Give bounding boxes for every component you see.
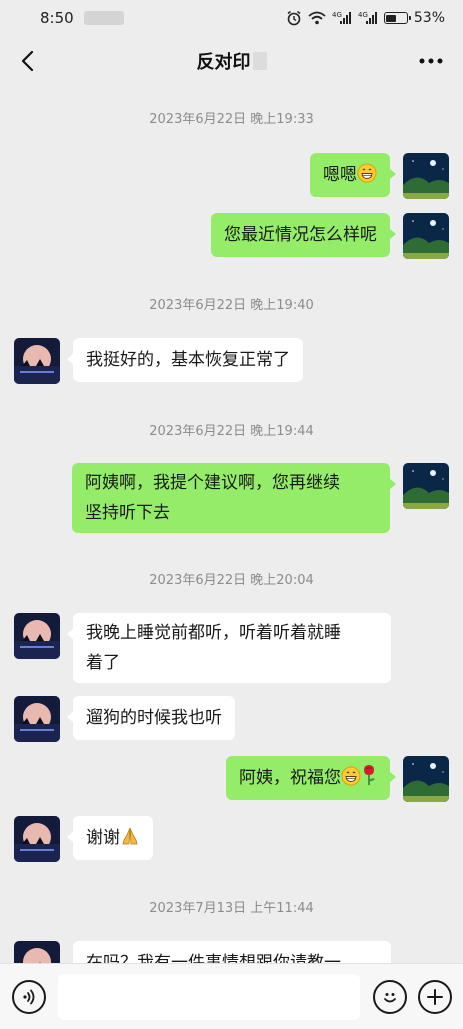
signal-label-1: 4G (332, 11, 342, 19)
more-button[interactable] (417, 48, 445, 74)
my-avatar[interactable] (403, 153, 449, 199)
message-text-line: 着了 (86, 653, 120, 673)
received-message-bubble[interactable]: 在吗？我有一件事情想跟你请教一 (73, 941, 391, 963)
chevron-left-icon (21, 50, 34, 72)
sent-message-bubble[interactable]: 嗯嗯 (310, 153, 396, 197)
message-text: 阿姨，祝福您 (239, 768, 341, 788)
input-bar (0, 963, 463, 1029)
moon-avatar-image (14, 941, 60, 963)
landscape-avatar-image (403, 213, 449, 259)
sent-message-bubble[interactable]: 阿姨啊，我提个建议啊，您再继续 坚持听下去 (72, 463, 396, 533)
chat-header: 反对印 (0, 36, 463, 86)
chat-area[interactable]: 2023年6月22日 晚上19:33 嗯嗯 您最近情况怎么样呢 2023年6月2… (0, 86, 463, 963)
rose-emoji-icon (361, 764, 377, 796)
message-text-line: 我晚上睡觉前都听，听着听着就睡 (86, 623, 341, 643)
my-avatar[interactable] (403, 463, 449, 509)
voice-button[interactable] (12, 980, 46, 1014)
moon-avatar-image (14, 816, 60, 862)
timestamp: 2023年6月22日 晚上19:40 (149, 298, 314, 313)
grin-emoji-icon (357, 163, 377, 193)
moon-avatar-image (14, 338, 60, 384)
title-redaction (252, 52, 267, 70)
timestamp: 2023年6月22日 晚上19:44 (149, 424, 314, 439)
message-text: 遛狗的时候我也听 (86, 708, 222, 728)
landscape-avatar-image (403, 756, 449, 802)
landscape-avatar-image (403, 153, 449, 199)
more-dots-icon (419, 58, 443, 64)
smiley-icon (384, 993, 396, 1003)
received-message-bubble[interactable]: 我挺好的，基本恢复正常了 (67, 338, 303, 382)
signal-icon-1: 4G (332, 11, 352, 25)
plus-button[interactable] (418, 980, 452, 1014)
message-text: 在吗？我有一件事情想跟你请教一 (86, 953, 341, 963)
contact-name: 反对印 (196, 52, 251, 73)
my-avatar[interactable] (403, 213, 449, 259)
contact-avatar[interactable] (14, 613, 60, 659)
my-avatar[interactable] (403, 756, 449, 802)
contact-avatar[interactable] (14, 941, 60, 963)
message-text: 您最近情况怎么样呢 (224, 225, 377, 245)
moon-avatar-image (14, 613, 60, 659)
contact-avatar[interactable] (14, 696, 60, 742)
message-text-line: 阿姨啊，我提个建议啊，您再继续 (85, 473, 340, 493)
timestamp: 2023年6月22日 晚上20:04 (149, 573, 314, 588)
signal-icon-2: 4G (358, 11, 378, 25)
message-text: 我挺好的，基本恢复正常了 (86, 350, 290, 370)
landscape-avatar-image (403, 463, 449, 509)
timestamp: 2023年6月22日 晚上19:33 (149, 112, 314, 127)
status-notification-blur (83, 11, 124, 25)
emoji-button[interactable] (373, 980, 407, 1014)
status-time: 8:50 (40, 9, 74, 27)
message-input[interactable] (58, 974, 360, 1020)
voice-icon (23, 989, 35, 1005)
folded-hands-emoji-icon (120, 826, 140, 856)
plus-icon (427, 989, 443, 1005)
received-message-bubble[interactable]: 我晚上睡觉前都听，听着听着就睡 着了 (67, 613, 391, 683)
message-text: 谢谢 (86, 828, 120, 848)
moon-avatar-image (14, 696, 60, 742)
message-text-line: 坚持听下去 (85, 503, 170, 523)
alarm-icon (286, 10, 302, 26)
received-message-bubble[interactable]: 遛狗的时候我也听 (67, 696, 235, 740)
battery-icon (383, 12, 411, 24)
status-bar: 8:50 4G 4G 53% (0, 0, 463, 36)
chat-title: 反对印 (197, 48, 267, 74)
message-text: 嗯嗯 (323, 165, 357, 185)
back-button[interactable] (14, 48, 40, 74)
battery-percent: 53% (413, 10, 445, 26)
sent-message-bubble[interactable]: 阿姨，祝福您 (226, 756, 396, 800)
signal-label-2: 4G (358, 11, 368, 19)
sent-message-bubble[interactable]: 您最近情况怎么样呢 (211, 213, 396, 257)
contact-avatar[interactable] (14, 816, 60, 862)
contact-avatar[interactable] (14, 338, 60, 384)
timestamp: 2023年7月13日 上午11:44 (149, 901, 314, 916)
received-message-bubble[interactable]: 谢谢 (67, 816, 153, 860)
grin-emoji-icon (341, 766, 361, 796)
wifi-icon (308, 11, 326, 25)
